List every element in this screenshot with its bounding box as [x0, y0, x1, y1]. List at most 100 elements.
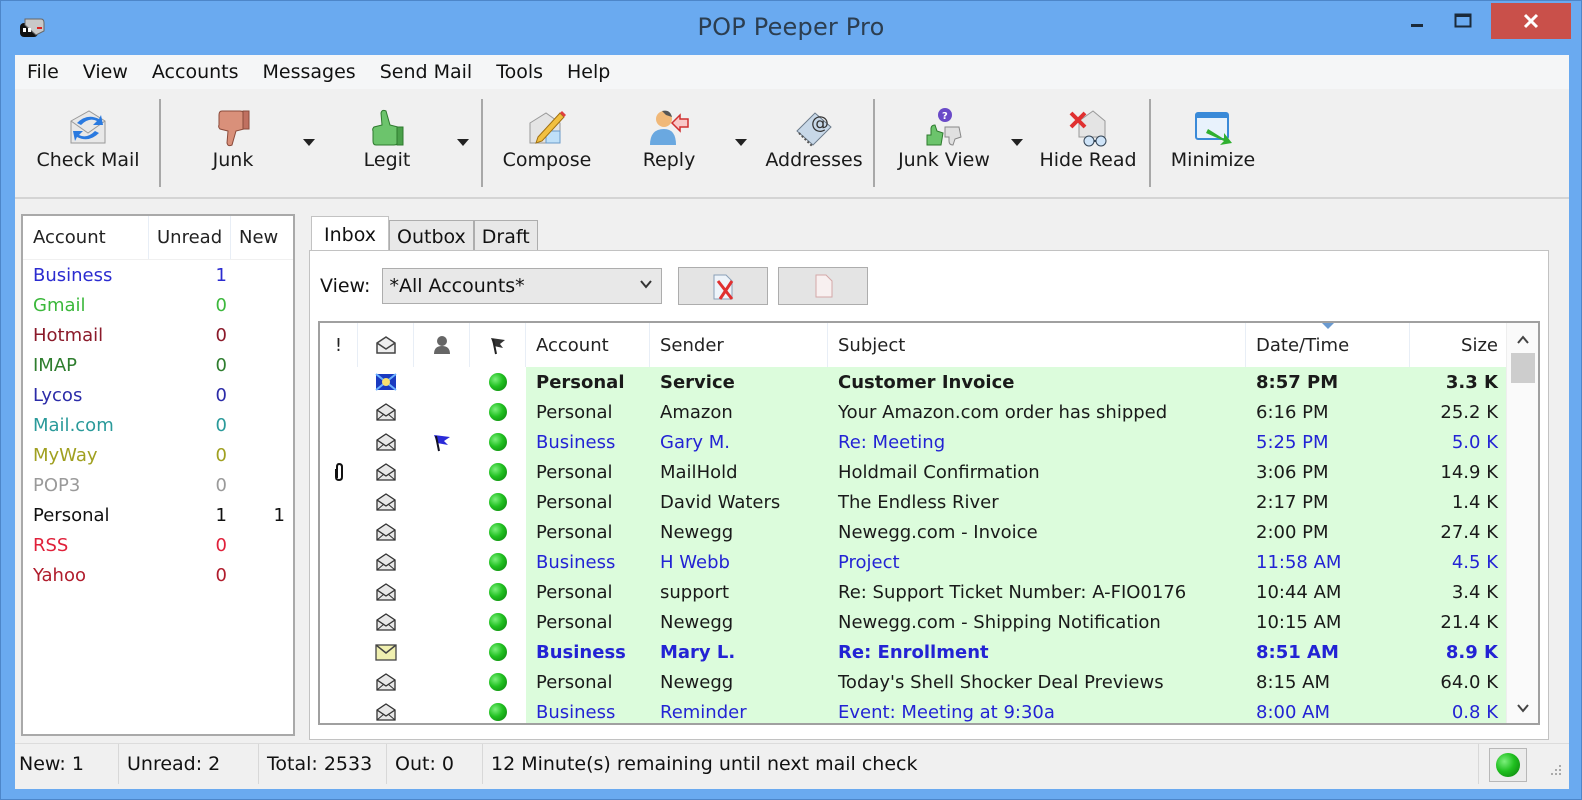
menu-messages[interactable]: Messages [251, 61, 368, 83]
junk-view-icon: ? [926, 108, 962, 146]
account-row[interactable]: Hotmail 0 [23, 320, 293, 350]
menu-accounts[interactable]: Accounts [140, 61, 251, 83]
sender-column-header[interactable]: Sender [650, 323, 828, 367]
priority-column-header[interactable]: ! [320, 323, 358, 367]
message-sender: Newegg [650, 607, 828, 637]
close-window-button[interactable] [1491, 3, 1571, 39]
subject-column-header[interactable]: Subject [828, 323, 1246, 367]
account-unread-count: 1 [215, 264, 227, 286]
unread-column-header[interactable]: Unread [149, 216, 231, 259]
status-column-header[interactable] [358, 323, 414, 367]
message-size: 1.4 K [1410, 487, 1506, 517]
minimize-to-tray-button[interactable]: Minimize [1165, 95, 1261, 185]
account-column-header[interactable]: Account [23, 216, 149, 259]
message-sender: Gary M. [650, 427, 828, 457]
account-row[interactable]: RSS 0 [23, 530, 293, 560]
message-date: 3:06 PM [1246, 457, 1410, 487]
tab-outbox[interactable]: Outbox [389, 220, 474, 252]
tab-draft[interactable]: Draft [473, 220, 538, 252]
thumbs-up-icon [372, 109, 404, 146]
green-status-dot-icon [489, 403, 507, 421]
flag-cell [414, 577, 470, 607]
legit-dropdown-arrow[interactable] [457, 139, 469, 146]
menu-view[interactable]: View [71, 61, 140, 83]
addresses-button[interactable]: @ Addresses [759, 95, 869, 185]
message-row[interactable]: Personal MailHold Holdmail Confirmation 3:0… [320, 457, 1506, 487]
message-row[interactable]: Personal David Waters The Endless River 2:1… [320, 487, 1506, 517]
scroll-down-button[interactable] [1507, 693, 1538, 723]
blank-page-button[interactable] [778, 267, 868, 305]
read-envelope-icon [375, 492, 397, 512]
view-filter-row: View: *All Accounts* [320, 267, 663, 305]
hide-read-button[interactable]: Hide Read [1035, 95, 1141, 185]
compose-button[interactable]: Compose [499, 95, 595, 185]
delete-message-icon [713, 274, 734, 300]
check-mail-button[interactable]: Check Mail [23, 95, 153, 185]
junk-view-button[interactable]: ? Junk View [893, 95, 995, 185]
reply-dropdown-arrow[interactable] [735, 139, 747, 146]
blue-flag-icon[interactable] [431, 432, 453, 452]
account-row[interactable]: MyWay 0 [23, 440, 293, 470]
message-row[interactable]: Business Mary L. Re: Enrollment 8:51 AM 8.9 … [320, 637, 1506, 667]
attachment-cell [320, 367, 358, 397]
resize-grip-icon[interactable] [1549, 763, 1563, 777]
account-row[interactable]: Yahoo 0 [23, 560, 293, 590]
account-column-header[interactable]: Account [526, 323, 650, 367]
message-row[interactable]: Personal Newegg Today's Shell Shocker Deal… [320, 667, 1506, 697]
scroll-thumb[interactable] [1511, 353, 1535, 383]
message-row[interactable]: Business Reminder Event: Meeting at 9:30a 8… [320, 697, 1506, 723]
message-account: Business [526, 637, 650, 667]
message-row[interactable]: Personal Amazon Your Amazon.com order has … [320, 397, 1506, 427]
scroll-up-button[interactable] [1507, 325, 1538, 355]
tab-inbox[interactable]: Inbox [311, 216, 389, 252]
message-account: Personal [526, 577, 650, 607]
junk-button[interactable]: Junk [191, 95, 275, 185]
message-row[interactable]: Business Gary M. Re: Meeting 5:25 PM 5.0 K [320, 427, 1506, 457]
status-light-icon [1496, 753, 1520, 777]
maximize-window-button[interactable] [1439, 3, 1487, 39]
menu-help[interactable]: Help [555, 61, 622, 83]
new-column-header[interactable]: New [231, 216, 291, 259]
toolbar: Check Mail Junk Legit Compose Reply @ Ad… [15, 89, 1569, 199]
menu-tools[interactable]: Tools [484, 61, 555, 83]
message-row[interactable]: Personal support Re: Support Ticket Number… [320, 577, 1506, 607]
attachment-cell [320, 457, 358, 487]
junk-dropdown-arrow[interactable] [303, 139, 315, 146]
message-size: 27.4 K [1410, 517, 1506, 547]
menu-send-mail[interactable]: Send Mail [368, 61, 485, 83]
size-column-header[interactable]: Size [1410, 323, 1506, 367]
account-row[interactable]: IMAP 0 [23, 350, 293, 380]
account-row[interactable]: Gmail 0 [23, 290, 293, 320]
message-list-scrollbar[interactable] [1506, 323, 1538, 723]
message-status-cell [358, 427, 414, 457]
attachment-cell [320, 487, 358, 517]
date-column-header[interactable]: Date/Time [1246, 323, 1410, 367]
status-new-count: New: 1 [15, 743, 119, 784]
delete-message-button[interactable] [678, 267, 768, 305]
junk-view-dropdown-arrow[interactable] [1011, 139, 1023, 146]
account-row[interactable]: Mail.com 0 [23, 410, 293, 440]
view-account-select[interactable]: *All Accounts* [382, 268, 663, 304]
minimize-window-button[interactable] [1393, 3, 1441, 39]
legit-button[interactable]: Legit [345, 95, 429, 185]
account-row[interactable]: Personal 1 1 [23, 500, 293, 530]
message-row[interactable]: Personal Service Customer Invoice 8:57 PM 3.… [320, 367, 1506, 397]
account-row[interactable]: Lycos 0 [23, 380, 293, 410]
account-row[interactable]: Business 1 [23, 260, 293, 290]
menu-file[interactable]: File [15, 61, 71, 83]
svg-text:@: @ [811, 113, 829, 134]
compose-label: Compose [502, 149, 592, 171]
connection-status-indicator[interactable] [1489, 748, 1527, 782]
attachment-cell [320, 577, 358, 607]
message-row[interactable]: Business H Webb Project 11:58 AM 4.5 K [320, 547, 1506, 577]
legit-status-cell [470, 607, 526, 637]
flag-column-header[interactable] [470, 323, 526, 367]
message-row[interactable]: Personal Newegg Newegg.com - Shipping Noti… [320, 607, 1506, 637]
reply-button[interactable]: Reply [627, 95, 711, 185]
message-row[interactable]: Personal Newegg Newegg.com - Invoice 2:00 P… [320, 517, 1506, 547]
account-name: POP3 [33, 474, 81, 496]
person-column-header[interactable] [414, 323, 470, 367]
legit-label: Legit [363, 149, 411, 171]
title-bar[interactable]: POP Peeper Pro [1, 1, 1581, 55]
account-row[interactable]: POP3 0 [23, 470, 293, 500]
